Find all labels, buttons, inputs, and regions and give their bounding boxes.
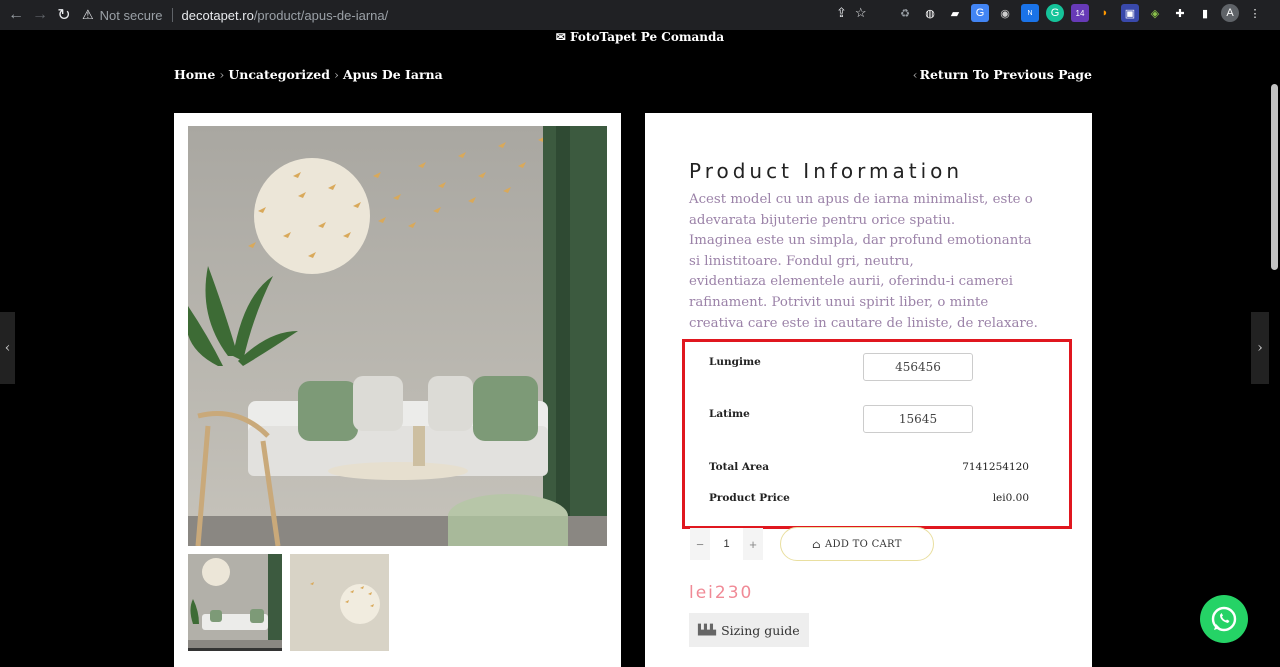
gallery-thumbnail-1[interactable] (188, 554, 282, 651)
breadcrumb-current: Apus De Iarna (342, 67, 443, 82)
breadcrumb-home[interactable]: Home (174, 67, 215, 82)
recycle-extension-icon[interactable]: ♻ (896, 4, 914, 22)
menu-kebab-icon[interactable]: ⋮ (1246, 4, 1264, 22)
quantity-stepper: − 1 + (690, 528, 763, 560)
product-price-label: Product Price (709, 492, 790, 504)
total-area-label: Total Area (709, 461, 770, 473)
reload-icon[interactable]: ↻ (50, 1, 78, 29)
security-label: Not secure (99, 7, 163, 23)
ruler-icon: ▙▙▙ (698, 624, 717, 636)
description-paragraph: Acest model cu un apus de iarna minimali… (689, 192, 1033, 228)
sizing-guide-button[interactable]: ▙▙▙ Sizing guide (689, 613, 809, 647)
top-banner[interactable]: ✉ FotoTapet Pe Comanda (0, 30, 1280, 52)
return-link[interactable]: ‹ Return To Previous Page (913, 67, 1092, 82)
chevron-left-icon: ‹ (912, 67, 918, 82)
product-info-card: Product Information Acest model cu un ap… (645, 113, 1092, 667)
width-input[interactable] (863, 405, 973, 433)
divider (171, 8, 173, 22)
new-extension-icon[interactable]: N (1021, 4, 1039, 22)
add-to-cart-button[interactable]: ⌂ ADD TO CART (780, 527, 934, 561)
url-path: /product/apus-de-iarna/ (253, 7, 389, 23)
product-price-value: lei0.00 (992, 492, 1029, 504)
product-price: lei230 (689, 583, 754, 603)
product-gallery (174, 113, 621, 667)
page-scrollbar[interactable] (1269, 30, 1280, 667)
living-room-illustration (188, 126, 607, 546)
camera-extension-icon[interactable]: ◉ (996, 4, 1014, 22)
chevron-right-icon: › (219, 67, 225, 82)
url-domain: decotapet.ro (181, 7, 254, 23)
extensions-bar: ♻ ◍ ▰ G ◉ N G 14 ◗ ▣ ◈ ✚ ▮ A ⋮ (896, 4, 1264, 22)
previous-product-arrow[interactable]: ‹ (0, 312, 15, 384)
side-panel-icon[interactable]: ▮ (1196, 4, 1214, 22)
width-label: Latime (709, 408, 750, 420)
basket-icon: ⌂ (812, 537, 821, 551)
product-description: Acest model cu un apus de iarna minimali… (689, 190, 1041, 334)
add-to-cart-label: ADD TO CART (825, 538, 902, 550)
description-paragraph: Imaginea este un simpla, dar profund emo… (689, 233, 1032, 269)
eye-extension-icon[interactable]: ◈ (1146, 4, 1164, 22)
warning-icon: ⚠ (82, 7, 94, 22)
dimension-calculator: Lungime Latime Total Area 7141254120 Pro… (682, 339, 1072, 529)
quantity-value[interactable]: 1 (710, 538, 743, 550)
length-input[interactable] (863, 353, 973, 381)
gallery-thumbnail-2[interactable] (290, 554, 389, 651)
video-extension-icon[interactable]: ▣ (1121, 4, 1139, 22)
sizing-guide-label: Sizing guide (721, 622, 800, 638)
product-info-title: Product Information (689, 159, 964, 183)
next-product-arrow[interactable]: › (1251, 312, 1269, 384)
thumbnail-image (188, 554, 282, 648)
scrollbar-thumb[interactable] (1271, 84, 1278, 270)
quantity-decrease-button[interactable]: − (690, 528, 710, 560)
return-link-label: Return To Previous Page (919, 67, 1092, 82)
thumbnail-image (290, 554, 389, 651)
translate-extension-icon[interactable]: G (971, 4, 989, 22)
length-label: Lungime (709, 356, 761, 368)
moon-extension-icon[interactable]: ◗ (1096, 4, 1114, 22)
chevron-right-icon: › (1257, 340, 1263, 356)
globe-extension-icon[interactable]: ◍ (921, 4, 939, 22)
purple-extension-icon[interactable]: 14 (1071, 4, 1089, 22)
total-area-value: 7141254120 (962, 461, 1029, 473)
description-paragraph: evidentiaza elementele aurii, oferindu-i… (689, 274, 1038, 331)
browser-toolbar: ← → ↻ ⚠ Not secure decotapet.ro/product/… (0, 0, 1280, 30)
product-main-image[interactable] (188, 126, 607, 546)
puzzle-extensions-icon[interactable]: ✚ (1171, 4, 1189, 22)
bookmark-star-icon[interactable]: ☆ (855, 5, 867, 21)
quantity-increase-button[interactable]: + (743, 528, 763, 560)
share-icon[interactable]: ⇪ (836, 5, 847, 21)
profile-avatar-icon[interactable]: A (1221, 4, 1239, 22)
address-bar[interactable]: ⚠ Not secure decotapet.ro/product/apus-d… (82, 3, 890, 27)
top-banner-label: FotoTapet Pe Comanda (570, 30, 725, 44)
whatsapp-chat-button[interactable] (1200, 595, 1248, 643)
breadcrumb-category[interactable]: Uncategorized (228, 67, 330, 82)
breadcrumb: Home › Uncategorized › Apus De Iarna (174, 67, 443, 82)
grammarly-extension-icon[interactable]: G (1046, 4, 1064, 22)
chevron-left-icon: ‹ (4, 340, 11, 356)
envelope-icon: ✉ (555, 30, 566, 44)
chevron-right-icon: › (333, 67, 339, 82)
flag-extension-icon[interactable]: ▰ (946, 4, 964, 22)
whatsapp-icon (1211, 606, 1237, 632)
